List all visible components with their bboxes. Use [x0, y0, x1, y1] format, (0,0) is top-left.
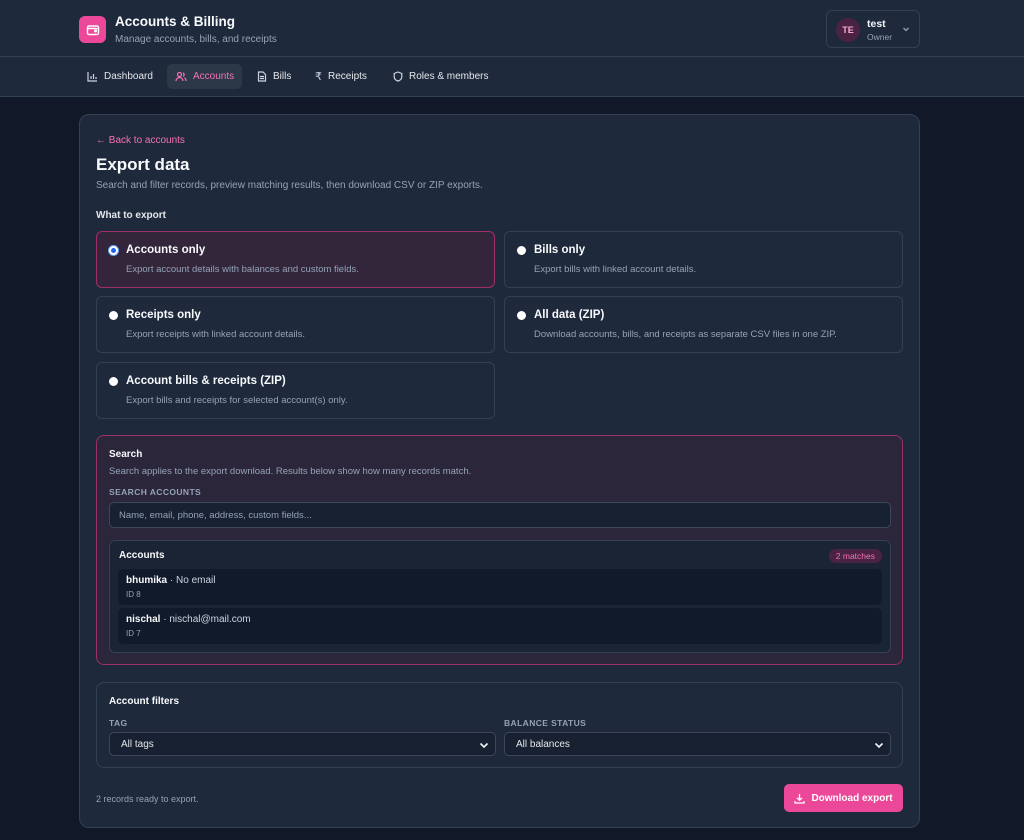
option-title: Bills only: [534, 244, 586, 256]
wallet-icon: [79, 16, 106, 43]
nav-receipts-label: Receipts: [328, 71, 367, 82]
account-name: nischal: [126, 614, 161, 625]
avatar: TE: [836, 18, 860, 42]
nav-bills-label: Bills: [273, 71, 292, 82]
bar-chart-icon: [87, 72, 97, 82]
tag-select-value: All tags: [121, 739, 154, 750]
radio[interactable]: [517, 311, 526, 320]
account-id: ID 7: [126, 629, 141, 638]
records-ready-text: 2 records ready to export.: [96, 794, 199, 804]
account-summary: bhumika · No email: [126, 575, 215, 586]
user-role: Owner: [867, 32, 893, 42]
option-bills-only[interactable]: Bills only Export bills with linked acco…: [504, 231, 903, 288]
page-title: Export data: [96, 155, 190, 174]
option-description: Export account details with balances and…: [126, 264, 359, 275]
radio-selected[interactable]: [109, 246, 118, 255]
option-title: Receipts only: [126, 309, 201, 321]
search-accounts-label: SEARCH ACCOUNTS: [109, 487, 202, 497]
radio[interactable]: [109, 377, 118, 386]
option-description: Export bills with linked account details…: [534, 264, 697, 275]
account-email: · nischal@mail.com: [160, 614, 251, 625]
download-export-label: Download export: [811, 792, 893, 804]
search-panel: Search Search applies to the export down…: [96, 435, 903, 665]
balance-select-value: All balances: [516, 739, 570, 750]
match-count-badge: 2 matches: [828, 549, 882, 563]
users-icon: [175, 71, 187, 82]
user-menu[interactable]: TE test Owner: [826, 10, 920, 48]
nav-dashboard-label: Dashboard: [104, 71, 153, 82]
page-description: Search and filter records, preview match…: [96, 180, 483, 191]
option-title: All data (ZIP): [534, 309, 605, 321]
option-description: Export bills and receipts for selected a…: [126, 395, 348, 406]
app-subtitle: Manage accounts, bills, and receipts: [115, 34, 277, 45]
back-to-accounts-link[interactable]: ← Back to accounts: [96, 135, 185, 146]
account-filters-panel: Account filters TAG All tags BALANCE STA…: [96, 682, 903, 768]
option-account-bills-receipts-zip[interactable]: Account bills & receipts (ZIP) Export bi…: [96, 362, 495, 419]
chevron-down-icon: [903, 27, 909, 32]
radio[interactable]: [517, 246, 526, 255]
account-email: · No email: [167, 575, 216, 586]
option-receipts-only[interactable]: Receipts only Export receipts with linke…: [96, 296, 495, 353]
rupee-icon: ₹: [315, 71, 322, 83]
export-type-label: What to export: [96, 210, 166, 221]
results-title: Accounts: [119, 550, 165, 561]
radio[interactable]: [109, 311, 118, 320]
account-id: ID 8: [126, 590, 141, 599]
nav-bills[interactable]: Bills: [249, 64, 299, 89]
option-description: Export receipts with linked account deta…: [126, 329, 306, 340]
list-item[interactable]: bhumika · No email ID 8: [118, 569, 882, 605]
user-name: test: [867, 18, 886, 30]
app-title: Accounts & Billing: [115, 14, 236, 29]
chevron-down-icon: [479, 742, 489, 749]
account-summary: nischal · nischal@mail.com: [126, 614, 251, 625]
main-nav: Dashboard Accounts Bills ₹ Receipts Role…: [0, 57, 1024, 97]
filters-title: Account filters: [109, 696, 180, 707]
nav-roles-members[interactable]: Roles & members: [385, 64, 496, 89]
tag-select[interactable]: All tags: [109, 732, 496, 756]
export-card: ← Back to accounts Export data Search an…: [79, 114, 920, 828]
option-all-data-zip[interactable]: All data (ZIP) Download accounts, bills,…: [504, 296, 903, 353]
search-results: Accounts 2 matches bhumika · No email ID…: [109, 540, 891, 653]
app-header: Accounts & Billing Manage accounts, bill…: [0, 0, 1024, 57]
nav-accounts[interactable]: Accounts: [167, 64, 243, 89]
list-item[interactable]: nischal · nischal@mail.com ID 7: [118, 608, 882, 644]
balance-status-select[interactable]: All balances: [504, 732, 891, 756]
nav-roles-label: Roles & members: [409, 71, 489, 82]
chevron-down-icon: [874, 742, 884, 749]
tag-label: TAG: [109, 718, 128, 728]
option-accounts-only[interactable]: Accounts only Export account details wit…: [96, 231, 495, 288]
download-icon: [794, 793, 806, 804]
download-export-button[interactable]: Download export: [784, 784, 903, 812]
nav-receipts[interactable]: ₹ Receipts: [307, 64, 375, 89]
balance-status-label: BALANCE STATUS: [504, 718, 587, 728]
document-icon: [257, 71, 267, 82]
account-name: bhumika: [126, 575, 168, 586]
shield-icon: [393, 71, 403, 82]
nav-accounts-label: Accounts: [193, 71, 235, 82]
option-description: Download accounts, bills, and receipts a…: [534, 329, 837, 340]
option-title: Account bills & receipts (ZIP): [126, 375, 286, 387]
search-title: Search: [109, 449, 143, 460]
option-title: Accounts only: [126, 244, 206, 256]
search-input[interactable]: [109, 502, 891, 528]
search-description: Search applies to the export download. R…: [109, 466, 472, 477]
nav-dashboard[interactable]: Dashboard: [79, 64, 161, 89]
